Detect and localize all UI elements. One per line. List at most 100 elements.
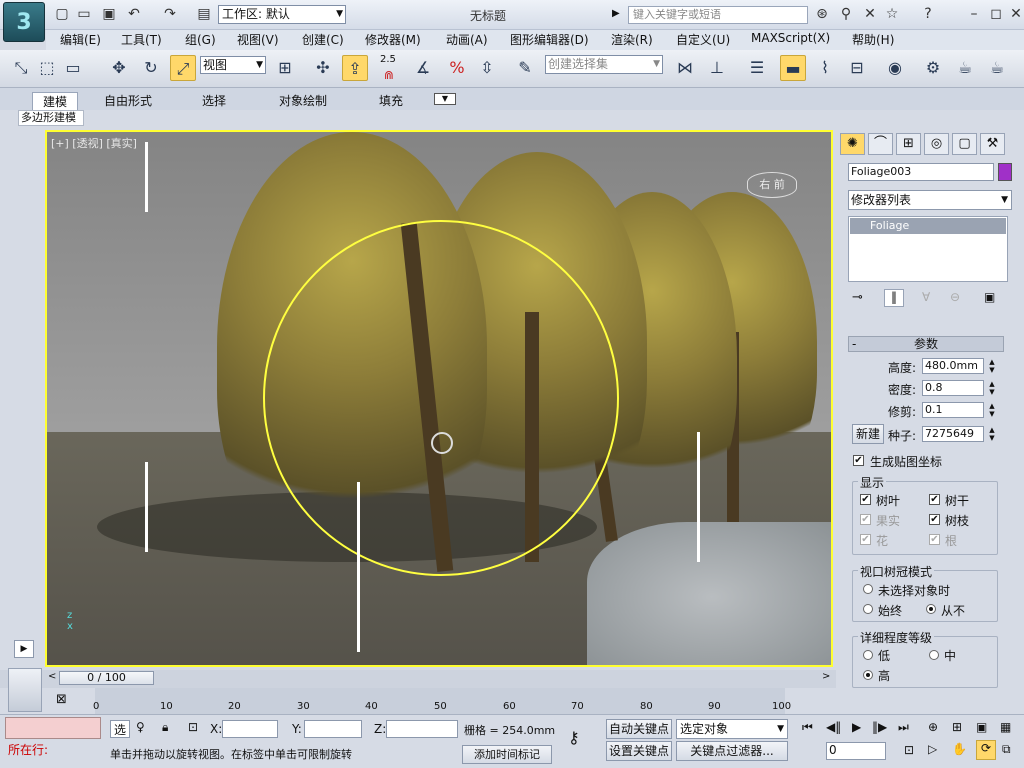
maxscript-listener-field[interactable] [5, 717, 101, 739]
pin-stack-icon[interactable]: ⊸ [852, 290, 863, 305]
named-selection-dropdown[interactable]: 创建选择集 ▼ [545, 55, 663, 74]
redo-icon[interactable]: ↷ [162, 6, 178, 22]
zoom-all-icon[interactable]: ⊞ [952, 720, 962, 734]
lod-radio-medium[interactable] [929, 650, 939, 660]
binoculars-icon[interactable]: ⊛ [814, 6, 830, 22]
close-icon[interactable]: ✕ [1008, 6, 1024, 22]
set-key-button[interactable]: 设置关键点 [606, 741, 672, 761]
menu-customize[interactable]: 自定义(U) [676, 31, 730, 48]
time-slider-thumb[interactable]: 0 / 100 [59, 671, 154, 685]
foliage-leaves-checkbox[interactable]: ✔ [860, 494, 871, 505]
ribbon-tab-freeform[interactable]: 自由形式 [104, 92, 152, 109]
menu-graph-editors[interactable]: 图形编辑器(D) [510, 31, 589, 48]
subscription-icon[interactable]: ⚲ [838, 6, 854, 22]
scale-icon[interactable]: ⤢ [170, 55, 196, 81]
isolate-icon[interactable]: ♀ [136, 720, 145, 734]
edit-named-selection-icon[interactable]: ✎ [512, 55, 538, 81]
trunk-checkbox[interactable]: ✔ [929, 494, 940, 505]
rotate-gizmo-ring[interactable] [263, 220, 619, 576]
viewport-layout-tab-icon[interactable]: ▶ [14, 640, 34, 658]
modify-tab-icon[interactable]: ⌒ [868, 133, 893, 155]
keyboard-shortcut-override-icon[interactable]: ⇪ [342, 55, 368, 81]
key-filters-button[interactable]: 关键点过滤器... [676, 741, 788, 761]
save-icon[interactable]: ▣ [101, 6, 117, 22]
menu-group[interactable]: 组(G) [185, 31, 216, 48]
key-mode-dropdown[interactable]: 选定对象 ▼ [676, 719, 788, 739]
pan-icon[interactable]: ✋ [952, 742, 967, 756]
menu-tools[interactable]: 工具(T) [121, 31, 162, 48]
prune-spinner[interactable]: 0.1 [922, 402, 984, 418]
canopy-radio-when-unselected[interactable] [863, 584, 873, 594]
field-of-view-icon[interactable]: ▷ [928, 742, 937, 756]
modifier-list-dropdown[interactable]: 修改器列表 ▼ [848, 190, 1012, 210]
perspective-viewport[interactable]: 右 前 [+] [透视] [真实] zx [45, 130, 833, 667]
show-end-result-icon[interactable]: ‖ [884, 289, 904, 307]
menu-rendering[interactable]: 渲染(R) [611, 31, 653, 48]
new-seed-button[interactable]: 新建 [852, 424, 884, 444]
percent-snap-icon[interactable]: % [444, 55, 470, 81]
material-editor-icon[interactable]: ◉ [882, 55, 908, 81]
prune-spinner-arrows[interactable]: ▲ ▼ [987, 402, 997, 418]
angle-snap-icon[interactable]: ∡ [410, 55, 436, 81]
workspace-dropdown[interactable]: 工作区: 默认 ▼ [218, 5, 346, 24]
move-icon[interactable]: ✥ [106, 55, 132, 81]
communication-center-icon[interactable]: ✕ [862, 6, 878, 22]
selection-lock-label[interactable]: 选 [110, 720, 130, 738]
next-frame-icon[interactable]: ‖▶ [872, 720, 887, 734]
layer-manager-icon[interactable]: ☰ [744, 55, 770, 81]
height-spinner-arrows[interactable]: ▲ ▼ [987, 358, 997, 374]
ribbon-tab-modeling[interactable]: 建模 [32, 92, 79, 110]
help-icon[interactable]: ? [920, 6, 936, 22]
density-spinner-arrows[interactable]: ▲ ▼ [987, 380, 997, 396]
select-manipulate-icon[interactable]: ✣ [310, 55, 336, 81]
canopy-radio-never[interactable] [926, 604, 936, 614]
curve-editor-icon[interactable]: ⌇ [812, 55, 838, 81]
auto-key-button[interactable]: 自动关键点 [606, 719, 672, 739]
gizmo-center[interactable] [431, 432, 453, 454]
ribbon-tab-object-paint[interactable]: 对象绘制 [279, 92, 327, 109]
height-spinner[interactable]: 480.0mm [922, 358, 984, 374]
maximize-icon[interactable]: ◻ [988, 6, 1004, 22]
ribbon-subpanel[interactable]: 多边形建模 [18, 110, 84, 126]
select-link-icon[interactable]: ⤡ [8, 55, 34, 81]
mirror-icon[interactable]: ⋈ [672, 55, 698, 81]
gen-mapping-checkbox[interactable]: ✔ [853, 455, 864, 466]
add-time-tag-button[interactable]: 添加时间标记 [462, 745, 552, 764]
object-name-field[interactable]: Foliage003 [848, 163, 994, 181]
menu-animation[interactable]: 动画(A) [446, 31, 488, 48]
minimize-icon[interactable]: – [966, 6, 982, 22]
ribbon-options-icon[interactable]: ▼ [434, 93, 456, 105]
create-tab-icon[interactable]: ✺ [840, 133, 865, 155]
configure-sets-icon[interactable]: ▣ [984, 290, 995, 304]
go-to-start-icon[interactable]: ⏮ [802, 720, 813, 735]
ribbon-tab-populate[interactable]: 填充 [379, 92, 403, 109]
align-icon[interactable]: ⊥ [704, 55, 730, 81]
viewcube[interactable]: 右 前 [747, 172, 797, 198]
motion-tab-icon[interactable]: ◎ [924, 133, 949, 155]
new-file-icon[interactable]: ▢ [54, 6, 70, 22]
branches-checkbox[interactable]: ✔ [929, 514, 940, 525]
play-icon[interactable]: ▶ [852, 720, 861, 734]
window-crossing-icon[interactable]: ▭ [60, 55, 86, 81]
object-color-swatch[interactable] [998, 163, 1012, 181]
stack-item-foliage[interactable]: Foliage [850, 218, 1006, 234]
zoom-extents-all-icon[interactable]: ▦ [1000, 720, 1011, 734]
seed-spinner[interactable]: 7275649 [922, 426, 984, 442]
time-prev-icon[interactable]: < [48, 671, 56, 682]
key-icon[interactable]: ⚷ [568, 728, 580, 747]
time-next-icon[interactable]: > [822, 671, 830, 682]
current-frame-field[interactable]: 0 [826, 742, 886, 760]
render-production-icon[interactable]: ☕ [984, 55, 1010, 81]
app-logo-button[interactable]: 3 [3, 2, 45, 42]
lod-radio-high[interactable] [863, 670, 873, 680]
prev-frame-icon[interactable]: ◀‖ [826, 720, 841, 734]
time-config-icon[interactable]: ⊡ [904, 743, 914, 757]
lod-radio-low[interactable] [863, 650, 873, 660]
canopy-radio-always[interactable] [863, 604, 873, 614]
viewport-label[interactable]: [+] [透视] [真实] [51, 135, 137, 151]
utilities-tab-icon[interactable]: ⚒ [980, 133, 1005, 155]
menu-create[interactable]: 创建(C) [302, 31, 344, 48]
ribbon-tab-selection[interactable]: 选择 [202, 92, 226, 109]
reference-coord-dropdown[interactable]: 视图 ▼ [200, 56, 266, 74]
schematic-view-icon[interactable]: ⊟ [844, 55, 870, 81]
